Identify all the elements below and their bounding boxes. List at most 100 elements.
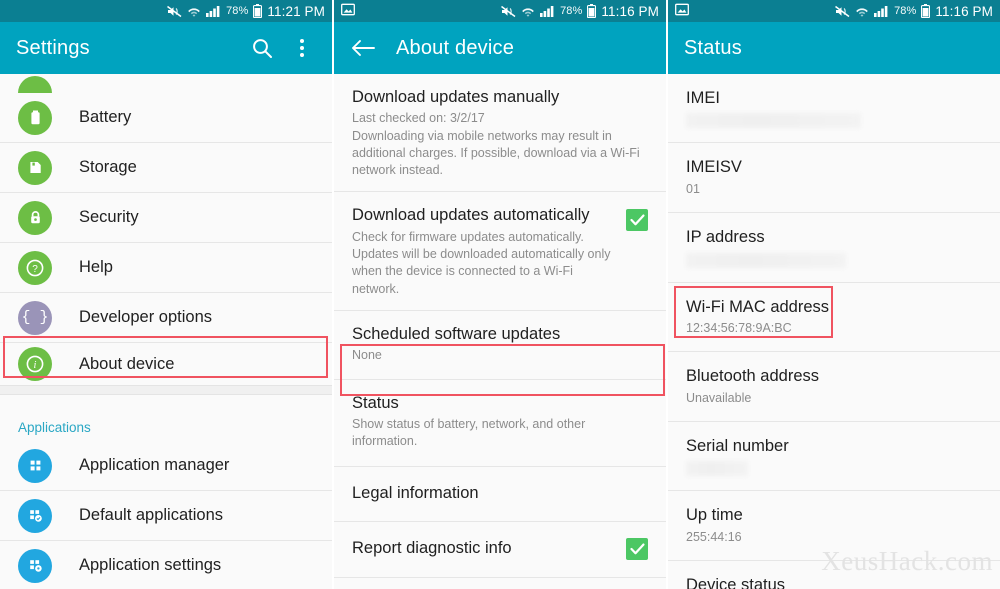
sidebar-item-label: About device (79, 354, 175, 373)
wifi-icon (187, 5, 201, 18)
wifi-icon (855, 5, 869, 18)
signal-icon (206, 5, 221, 17)
list-item-title: Status (352, 393, 399, 412)
settings-screen: 78% 11:21 PM Settings Battery Storage Se… (0, 0, 332, 589)
status-screen: 78% 11:16 PM Status IMEI IMEISV 01 IP ad… (668, 0, 1000, 589)
list-item-wifi-mac-address[interactable]: Wi-Fi MAC address 12:34:56:78:9A:BC (668, 282, 1000, 352)
app-grid-icon (18, 448, 52, 483)
sidebar-item-about-device[interactable]: i About device (0, 343, 332, 385)
checkbox-checked-icon[interactable] (626, 537, 648, 560)
image-icon (675, 3, 689, 19)
mute-icon (501, 5, 516, 18)
sidebar-item-storage[interactable]: Storage (0, 143, 332, 192)
sidebar-item-battery[interactable]: Battery (0, 93, 332, 142)
list-item-value: 255:44:16 (686, 529, 742, 544)
status-list: IMEI IMEISV 01 IP address Wi-Fi MAC addr… (668, 74, 1000, 589)
signal-icon (874, 5, 889, 17)
sidebar-item-application-manager[interactable]: Application manager (0, 441, 332, 490)
app-grid-check-icon (18, 498, 52, 533)
list-item-download-updates-automatically[interactable]: Download updates automatically Check for… (334, 192, 666, 310)
about-device-screen: 78% 11:16 PM About device Download updat… (334, 0, 666, 589)
three-screenshot-collage: 78% 11:21 PM Settings Battery Storage Se… (0, 0, 1000, 589)
sidebar-item-application-settings[interactable]: Application settings (0, 541, 332, 589)
overflow-menu-icon[interactable] (288, 34, 316, 62)
image-icon (341, 3, 355, 19)
list-item-title: Up time (686, 506, 743, 525)
status-bar-left (341, 3, 355, 19)
sidebar-item-label: Battery (79, 108, 132, 126)
battery-percent-label: 78% (894, 5, 917, 17)
page-title: About device (396, 36, 515, 59)
list-item-subtitle: Last checked on: 3/2/17 Downloading via … (352, 111, 640, 178)
mute-icon (167, 5, 182, 18)
list-item-title: Bluetooth address (686, 367, 820, 386)
status-bar-left (675, 3, 689, 19)
search-icon[interactable] (248, 34, 276, 62)
about-device-action-bar: About device (334, 22, 666, 74)
settings-action-bar: Settings (0, 22, 332, 74)
list-item-title: IP address (686, 228, 765, 247)
list-item-title: Download updates automatically (352, 206, 590, 225)
sidebar-item-label: Application manager (79, 456, 230, 474)
sidebar-item-label: Default applications (79, 506, 224, 524)
about-device-list: Download updates manually Last checked o… (334, 74, 666, 589)
list-item-scheduled-software-updates[interactable]: Scheduled software updates None (334, 310, 666, 379)
list-item-title: IMEISV (686, 158, 742, 177)
battery-icon (253, 4, 263, 18)
page-title: Status (684, 36, 742, 59)
sidebar-item-label: Developer options (79, 308, 212, 326)
sidebar-item-label: Help (79, 258, 113, 276)
redacted-value (686, 252, 846, 268)
list-item-status[interactable]: Status Show status of battery, network, … (334, 379, 666, 466)
svg-text:i: i (34, 360, 37, 371)
list-item-imei[interactable]: IMEI (668, 74, 1000, 143)
sidebar-item-label: Security (79, 208, 139, 226)
list-item-device-name[interactable]: Device name (334, 577, 666, 589)
info-icon: i (18, 347, 52, 381)
wifi-icon (521, 5, 535, 18)
battery-percent-label: 78% (560, 5, 583, 17)
back-arrow-icon[interactable] (350, 35, 376, 61)
list-item-download-updates-manually[interactable]: Download updates manually Last checked o… (334, 74, 666, 192)
clock-label: 11:16 PM (935, 3, 993, 19)
battery-percent-label: 78% (226, 5, 249, 17)
sidebar-item-label: Storage (79, 158, 137, 176)
redacted-value (686, 461, 748, 477)
status-bar: 78% 11:16 PM (668, 0, 1000, 22)
settings-list: Battery Storage Security ? Help {} Deve… (0, 76, 332, 589)
list-item-report-diagnostic-info[interactable]: Report diagnostic info (334, 521, 666, 577)
sidebar-item-help[interactable]: ? Help (0, 243, 332, 292)
battery-icon (18, 100, 52, 135)
clock-label: 11:16 PM (601, 3, 659, 19)
list-item-title: Scheduled software updates (352, 324, 561, 343)
storage-icon (18, 150, 52, 185)
list-item-title: Device status (686, 576, 786, 589)
sidebar-item-security[interactable]: Security (0, 193, 332, 242)
checkbox-checked-icon[interactable] (626, 209, 648, 232)
list-item-ip-address[interactable]: IP address (668, 213, 1000, 282)
help-icon: ? (18, 250, 52, 285)
section-separator (0, 385, 332, 395)
status-bar-right: 78% 11:21 PM (167, 4, 325, 19)
list-item-title: Report diagnostic info (352, 538, 512, 557)
list-item-value: Unavailable (686, 390, 752, 405)
status-bar-right: 78% 11:16 PM (835, 4, 993, 19)
sidebar-item-default-applications[interactable]: Default applications (0, 491, 332, 540)
list-item-bluetooth-address[interactable]: Bluetooth address Unavailable (668, 352, 1000, 421)
section-header-applications: Applications (0, 395, 332, 441)
sidebar-item-developer-options[interactable]: { } Developer options (0, 293, 332, 342)
list-item-title: IMEI (686, 89, 720, 107)
status-action-bar: Status (668, 22, 1000, 74)
sidebar-item-label: Application settings (79, 556, 222, 574)
mute-icon (835, 5, 850, 18)
list-item-imeisv[interactable]: IMEISV 01 (668, 143, 1000, 213)
clock-label: 11:21 PM (267, 3, 325, 19)
list-item-title: Wi-Fi MAC address (686, 297, 830, 316)
list-item-title: Download updates manually (352, 88, 560, 106)
list-item-title: Legal information (352, 483, 479, 502)
svg-text:?: ? (32, 264, 38, 275)
list-item-legal-information[interactable]: Legal information (334, 466, 666, 521)
battery-icon (587, 4, 597, 18)
list-item-serial-number[interactable]: Serial number (668, 421, 1000, 491)
braces-icon: { } (18, 300, 52, 335)
